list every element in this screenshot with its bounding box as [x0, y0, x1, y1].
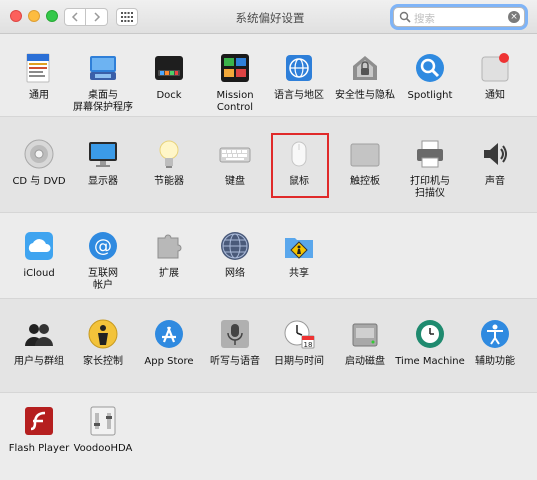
date-time-icon: 18: [283, 318, 315, 350]
pref-users-groups[interactable]: 用户与群组: [7, 318, 71, 398]
pref-network[interactable]: 网络: [203, 230, 267, 310]
energy-saver-icon: [153, 138, 185, 170]
pref-voodoohda[interactable]: VoodooHDA: [71, 405, 135, 480]
time-machine-icon: [414, 318, 446, 350]
pref-accessibility[interactable]: 辅助功能: [463, 318, 527, 398]
pref-label: 通知: [485, 90, 505, 101]
displays-icon: [87, 138, 119, 170]
pref-dictation-speech[interactable]: 听写与语音: [203, 318, 267, 398]
voodoohda-icon: [87, 405, 119, 437]
startup-disk-icon: [349, 318, 381, 350]
extensions-icon: [153, 230, 185, 262]
forward-button[interactable]: [86, 8, 108, 26]
pref-sound[interactable]: 声音: [463, 138, 527, 218]
dock-icon: [153, 52, 185, 84]
pref-label: VoodooHDA: [73, 443, 133, 454]
network-icon: [219, 230, 251, 262]
desktop-screensaver-icon: [87, 52, 119, 84]
chevron-right-icon: [93, 12, 100, 22]
pref-trackpad[interactable]: 触控板: [333, 138, 397, 218]
search-field[interactable]: 搜索 ×: [393, 7, 525, 27]
title-bar: 系统偏好设置 搜索 ×: [0, 0, 537, 34]
pref-label: Dock: [156, 90, 182, 101]
pref-app-store[interactable]: App Store: [137, 318, 201, 398]
internet-accounts-icon: @: [87, 230, 119, 262]
pref-label: 节能器: [154, 176, 184, 187]
pref-energy-saver[interactable]: 节能器: [137, 138, 201, 218]
pref-time-machine[interactable]: Time Machine: [395, 318, 465, 398]
pref-mission-control[interactable]: Mission Control: [203, 52, 267, 132]
pref-desktop-screensaver[interactable]: 桌面与 屏幕保护程序: [71, 52, 135, 132]
window-title: 系统偏好设置: [235, 11, 305, 25]
pref-startup-disk[interactable]: 启动磁盘: [333, 318, 397, 398]
pref-label: 互联网 帐户: [88, 268, 118, 291]
security-privacy-icon: [349, 52, 381, 84]
pref-label: 共享: [289, 268, 309, 279]
pref-spotlight[interactable]: Spotlight: [398, 52, 462, 132]
notifications-icon: [479, 52, 511, 84]
sharing-icon: [283, 230, 315, 262]
pref-label: 声音: [485, 176, 505, 187]
show-all-button[interactable]: [116, 8, 138, 26]
minimize-window-button[interactable]: [28, 10, 40, 22]
parental-controls-icon: [87, 318, 119, 350]
pref-label: 语言与地区: [274, 90, 324, 101]
pref-displays[interactable]: 显示器: [71, 138, 135, 218]
pref-general[interactable]: 通用: [7, 52, 71, 132]
zoom-window-button[interactable]: [46, 10, 58, 22]
pref-notifications[interactable]: 通知: [463, 52, 527, 132]
flash-player-icon: [23, 405, 55, 437]
pref-security-privacy[interactable]: 安全性与隐私: [333, 52, 397, 132]
pref-icloud[interactable]: iCloud: [7, 230, 71, 310]
app-store-icon: [153, 318, 185, 350]
grid-icon: [121, 12, 133, 22]
close-window-button[interactable]: [10, 10, 22, 22]
pref-extensions[interactable]: 扩展: [137, 230, 201, 310]
pref-printers-scanners[interactable]: 打印机与 扫描仪: [398, 138, 462, 218]
pref-language-region[interactable]: 语言与地区: [267, 52, 331, 132]
language-region-icon: [283, 52, 315, 84]
cd-dvd-icon: [23, 138, 55, 170]
chevron-left-icon: [71, 12, 78, 22]
back-button[interactable]: [64, 8, 86, 26]
pref-dock[interactable]: Dock: [137, 52, 201, 132]
keyboard-icon: [219, 138, 251, 170]
mission-control-icon: [219, 52, 251, 84]
pref-internet-accounts[interactable]: @ 互联网 帐户: [71, 230, 135, 310]
users-groups-icon: [23, 318, 55, 350]
pref-label: 桌面与 屏幕保护程序: [73, 90, 133, 113]
system-preferences-window: 系统偏好设置 搜索 × 通用 桌面与 屏幕保护程序 Dock Mission Cont…: [0, 0, 537, 480]
pref-label: 扩展: [159, 268, 179, 279]
dictation-speech-icon: [219, 318, 251, 350]
pref-flash-player[interactable]: Flash Player: [7, 405, 71, 480]
pref-cd-dvd[interactable]: CD 与 DVD: [7, 138, 71, 218]
search-placeholder: 搜索: [414, 13, 435, 25]
svg-text:@: @: [94, 236, 112, 257]
pref-keyboard[interactable]: 键盘: [203, 138, 267, 218]
pref-sharing[interactable]: 共享: [267, 230, 331, 310]
accessibility-icon: [479, 318, 511, 350]
clear-search-icon[interactable]: ×: [508, 11, 520, 23]
svg-text:18: 18: [304, 341, 313, 349]
icloud-icon: [23, 230, 55, 262]
sound-icon: [479, 138, 511, 170]
pref-parental-controls[interactable]: 家长控制: [71, 318, 135, 398]
pref-label: 家长控制: [83, 356, 123, 367]
spotlight-icon: [414, 52, 446, 84]
pref-label: App Store: [144, 356, 194, 367]
selection-highlight: [271, 133, 329, 198]
general-icon: [23, 52, 55, 84]
pref-date-time[interactable]: 18 日期与时间: [267, 318, 331, 398]
printer-scanner-icon: [414, 138, 446, 170]
pref-label: 显示器: [88, 176, 118, 187]
pref-label: 日期与时间: [274, 356, 324, 367]
trackpad-icon: [349, 138, 381, 170]
pref-label: 辅助功能: [475, 356, 515, 367]
search-icon: [399, 11, 411, 23]
